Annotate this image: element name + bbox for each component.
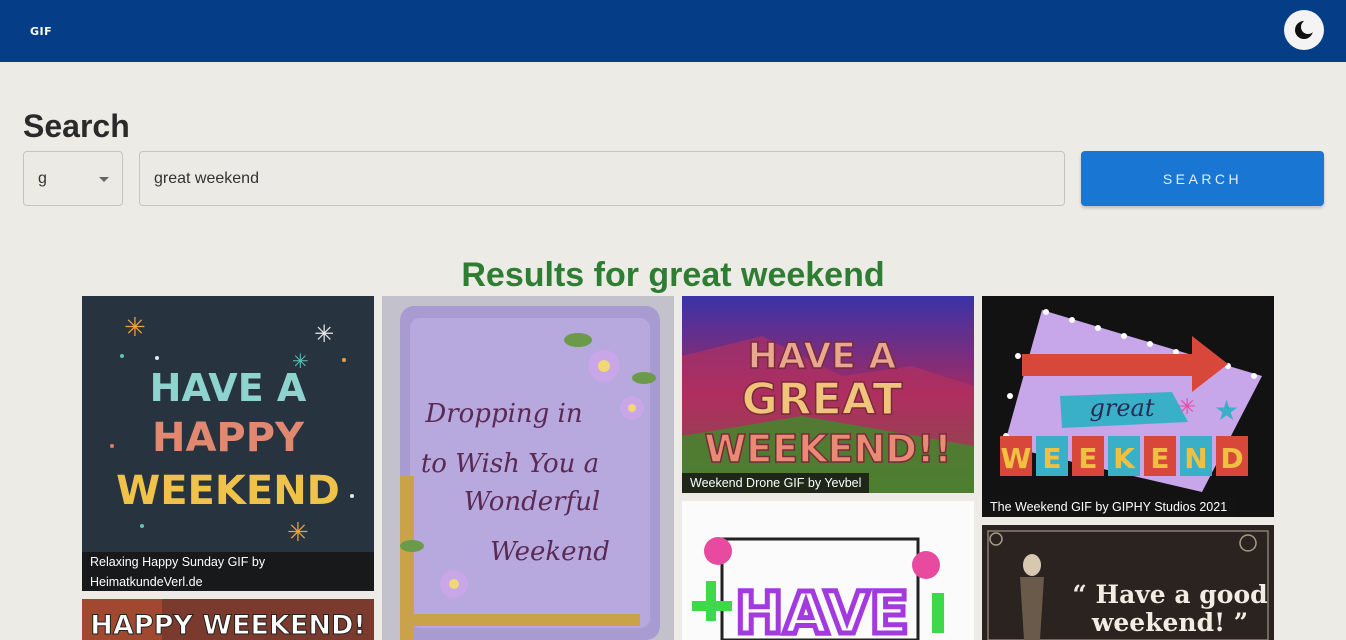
gif-thumbnail: HAVE: [682, 501, 974, 640]
gif-art-text: D: [1220, 442, 1243, 475]
gif-art-text: WEEKEND: [116, 468, 340, 514]
app-logo[interactable]: GIF: [30, 25, 52, 38]
gif-art-text: N: [1184, 442, 1207, 475]
gif-result-card[interactable]: HAVE A GREAT WEEKEND!! Weekend Drone GIF…: [682, 296, 974, 493]
svg-text:✳: ✳: [124, 313, 146, 343]
gif-art-text: E: [1078, 442, 1097, 475]
gif-result-card[interactable]: HAPPY WEEKEND!: [82, 599, 374, 640]
search-heading: Search: [23, 108, 130, 144]
svg-text:★: ★: [1214, 394, 1239, 427]
gif-caption: Relaxing Happy Sunday GIF by Heimatkunde…: [82, 552, 374, 591]
svg-text:✳: ✳: [1178, 395, 1196, 420]
gif-art-text: HAVE A: [748, 336, 897, 377]
gif-art-text: “ Have a good: [1072, 580, 1267, 609]
gif-thumbnail: “ Have a good weekend! ”: [982, 525, 1274, 640]
gif-thumbnail: ✳ ✳ ✳ ✳ HAVE A HAPPY WEEKEND: [82, 296, 374, 591]
source-select[interactable]: g: [23, 151, 123, 206]
gif-art-text: E: [1042, 442, 1061, 475]
gif-result-card[interactable]: HAVE: [682, 501, 974, 640]
gif-caption: Weekend Drone GIF by Yevbel: [682, 473, 870, 493]
gif-result-card[interactable]: Dropping in to Wish You a Wonderful Week…: [382, 296, 674, 640]
moon-icon: [1295, 20, 1315, 39]
svg-text:✳: ✳: [287, 518, 309, 548]
gif-art-text: W: [1001, 442, 1032, 475]
gif-thumbnail: great ★ ✳ W E E K E N D: [982, 296, 1274, 517]
gif-result-card[interactable]: great ★ ✳ W E E K E N D The Weekend GIF …: [982, 296, 1274, 517]
top-app-bar: GIF: [0, 0, 1346, 62]
search-input[interactable]: [139, 151, 1065, 206]
gif-result-card[interactable]: ✳ ✳ ✳ ✳ HAVE A HAPPY WEEKEND Relaxing Ha…: [82, 296, 374, 591]
gif-art-text: HAPPY WEEKEND!: [90, 610, 365, 640]
gif-art-text: WEEKEND!!: [704, 427, 951, 471]
gif-art-text: HAVE: [735, 579, 909, 640]
gif-thumbnail: Dropping in to Wish You a Wonderful Week…: [382, 296, 674, 640]
gif-thumbnail: HAPPY WEEKEND!: [82, 599, 374, 640]
gif-art-text: Wonderful: [464, 487, 601, 517]
gif-art-text: weekend! ”: [1091, 608, 1248, 637]
gif-art-text: to Wish You a: [421, 449, 599, 479]
gif-art-text: K: [1113, 442, 1136, 475]
svg-text:✳: ✳: [314, 320, 334, 348]
theme-toggle-button[interactable]: [1284, 10, 1324, 50]
gif-art-text: GREAT: [742, 374, 903, 425]
caret-down-icon: [99, 177, 109, 182]
gif-caption: The Weekend GIF by GIPHY Studios 2021: [982, 497, 1236, 517]
gif-art-text: Weekend: [490, 537, 610, 567]
gif-art-text: E: [1150, 442, 1169, 475]
gif-art-text: HAVE A: [150, 366, 307, 410]
gif-art-text: Dropping in: [424, 399, 582, 429]
gif-art-text: great: [1090, 394, 1155, 422]
gif-art-text: HAPPY: [152, 415, 305, 461]
gif-result-card[interactable]: “ Have a good weekend! ”: [982, 525, 1274, 640]
search-button[interactable]: SEARCH: [1081, 151, 1324, 206]
results-heading: Results for great weekend: [461, 256, 885, 294]
source-select-value: g: [38, 170, 47, 187]
gif-thumbnail: HAVE A GREAT WEEKEND!!: [682, 296, 974, 493]
